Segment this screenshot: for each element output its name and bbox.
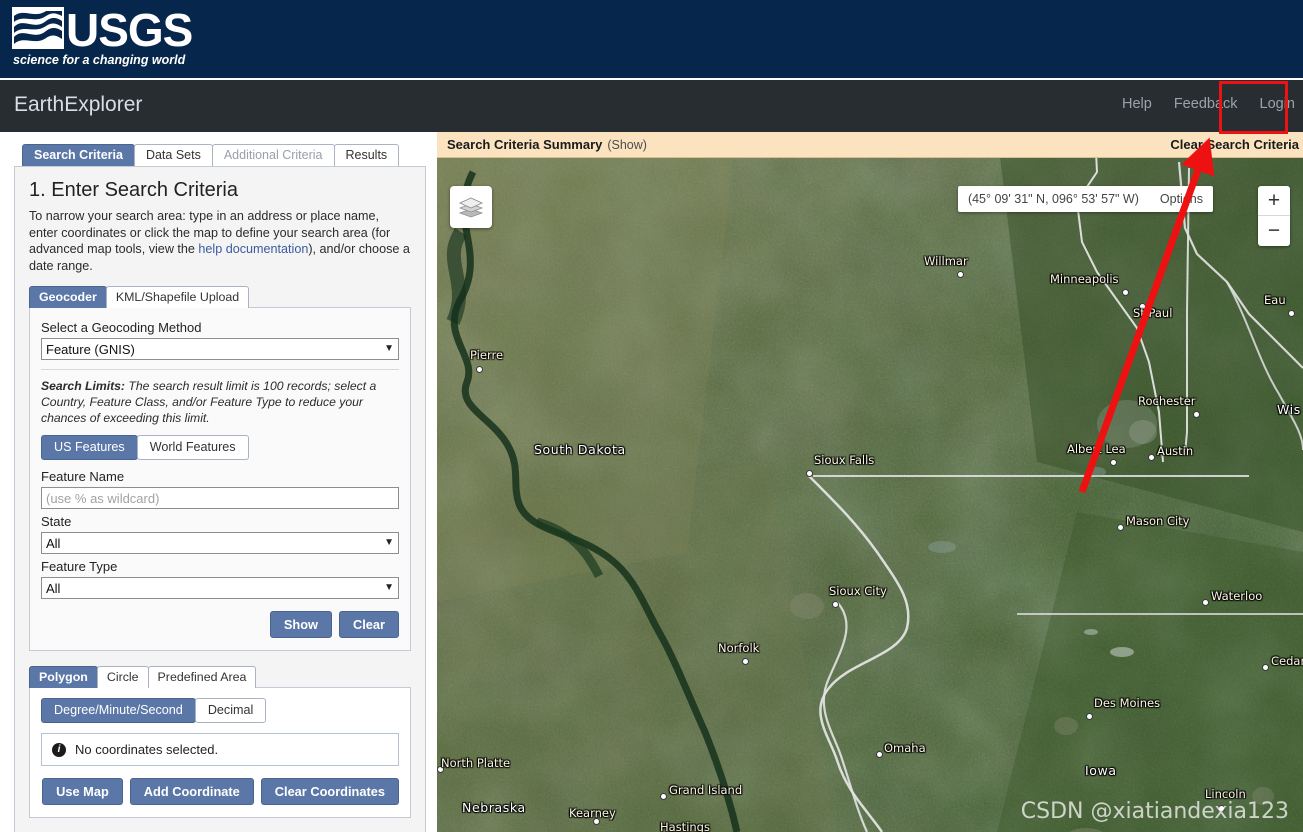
summary-show-link[interactable]: (Show) xyxy=(607,138,647,152)
feature-type-label: Feature Type xyxy=(41,559,118,574)
help-documentation-link[interactable]: help documentation xyxy=(198,242,308,256)
tab-us-features[interactable]: US Features xyxy=(41,435,138,460)
usgs-tagline: science for a changing world xyxy=(13,53,186,67)
tab-degree-minute-second[interactable]: Degree/Minute/Second xyxy=(41,698,196,723)
geocoder-method-tabs: Geocoder KML/Shapefile Upload xyxy=(29,286,425,308)
feature-type-select[interactable]: All xyxy=(41,577,399,599)
clear-coordinates-button[interactable]: Clear Coordinates xyxy=(260,778,399,805)
tab-additional-criteria[interactable]: Additional Criteria xyxy=(211,144,335,166)
app-header: EarthExplorer Help Feedback Login xyxy=(0,80,1303,132)
state-label: State xyxy=(41,514,72,529)
area-shape-tabs: Polygon Circle Predefined Area xyxy=(29,666,425,688)
feature-name-input[interactable] xyxy=(41,487,399,509)
geocoding-method-select-wrap: Feature (GNIS) ▼ xyxy=(41,338,399,360)
geocoder-card: Select a Geocoding Method Feature (GNIS)… xyxy=(29,307,411,651)
search-panel: Search Criteria Data Sets Additional Cri… xyxy=(0,132,437,832)
summary-title: Search Criteria Summary xyxy=(447,137,603,152)
header-nav: Help Feedback Login xyxy=(1122,96,1295,112)
usgs-wave-icon xyxy=(12,7,64,49)
tab-world-features[interactable]: World Features xyxy=(136,435,249,460)
clear-button[interactable]: Clear xyxy=(338,611,399,638)
map-zoom-control: + − xyxy=(1258,186,1290,246)
satellite-imagery xyxy=(437,132,1303,832)
coordinate-format-tabs: Degree/Minute/Second Decimal xyxy=(41,698,399,723)
usgs-wordmark: USGS xyxy=(66,4,193,56)
use-map-button[interactable]: Use Map xyxy=(42,778,123,805)
layers-icon xyxy=(458,197,484,218)
search-limits-title: Search Limits: xyxy=(41,379,125,393)
show-button[interactable]: Show xyxy=(269,611,332,638)
zoom-in-button[interactable]: + xyxy=(1258,186,1290,216)
search-limits-text: Search Limits: The search result limit i… xyxy=(41,378,399,426)
zoom-out-button[interactable]: − xyxy=(1258,216,1290,246)
search-criteria-body: 1. Enter Search Criteria To narrow your … xyxy=(14,166,426,832)
nav-feedback[interactable]: Feedback xyxy=(1174,96,1238,112)
tab-kml-shapefile-upload[interactable]: KML/Shapefile Upload xyxy=(105,286,250,308)
tab-polygon[interactable]: Polygon xyxy=(29,666,98,688)
feature-scope-tabs: US Features World Features xyxy=(41,435,399,460)
tab-decimal[interactable]: Decimal xyxy=(194,698,267,723)
feature-name-label: Feature Name xyxy=(41,469,125,484)
tab-circle[interactable]: Circle xyxy=(96,666,149,688)
state-select-wrap: All ▼ xyxy=(41,532,399,554)
add-coordinate-button[interactable]: Add Coordinate xyxy=(129,778,254,805)
tab-search-criteria[interactable]: Search Criteria xyxy=(22,144,135,166)
clear-search-criteria-link[interactable]: Clear Search Criteria xyxy=(1170,137,1299,152)
coordinates-card: Degree/Minute/Second Decimal i No coordi… xyxy=(29,687,411,818)
no-coordinates-text: No coordinates selected. xyxy=(75,742,219,757)
tab-data-sets[interactable]: Data Sets xyxy=(133,144,213,166)
map-options-button[interactable]: Options xyxy=(1148,192,1213,206)
nav-help[interactable]: Help xyxy=(1122,96,1152,112)
map-coordinates-readout: (45° 09' 31" N, 096° 53' 57" W) xyxy=(967,192,1139,206)
earthexplorer-app: USGS science for a changing world EarthE… xyxy=(0,0,1303,832)
app-title: EarthExplorer xyxy=(14,93,143,116)
geocoder-actions: Show Clear xyxy=(41,611,399,638)
page-title: 1. Enter Search Criteria xyxy=(29,179,238,201)
map-coordinate-pill: (45° 09' 31" N, 096° 53' 57" W) Options xyxy=(957,186,1213,212)
main-tabbar: Search Criteria Data Sets Additional Cri… xyxy=(0,132,437,166)
tab-predefined-area[interactable]: Predefined Area xyxy=(147,666,257,688)
map-viewport[interactable]: AberdeenWatertownWillmarMinneapolisSt Pa… xyxy=(437,132,1303,832)
tab-results[interactable]: Results xyxy=(333,144,400,166)
info-icon: i xyxy=(52,742,66,757)
divider xyxy=(41,369,399,370)
map-layers-button[interactable] xyxy=(450,186,492,228)
search-criteria-summary-bar: Search Criteria Summary (Show) Clear Sea… xyxy=(437,132,1303,158)
no-coordinates-message: i No coordinates selected. xyxy=(41,733,399,766)
intro-text: To narrow your search area: type in an a… xyxy=(29,208,411,274)
feature-type-select-wrap: All ▼ xyxy=(41,577,399,599)
state-select[interactable]: All xyxy=(41,532,399,554)
usgs-banner: USGS science for a changing world xyxy=(0,0,1303,78)
tab-geocoder[interactable]: Geocoder xyxy=(29,286,107,308)
coordinate-actions: Use Map Add Coordinate Clear Coordinates xyxy=(41,778,399,805)
geocoding-method-select[interactable]: Feature (GNIS) xyxy=(41,338,399,360)
nav-login[interactable]: Login xyxy=(1260,96,1295,112)
geocoding-method-label: Select a Geocoding Method xyxy=(41,320,202,335)
usgs-logo[interactable]: USGS science for a changing world xyxy=(12,4,193,71)
